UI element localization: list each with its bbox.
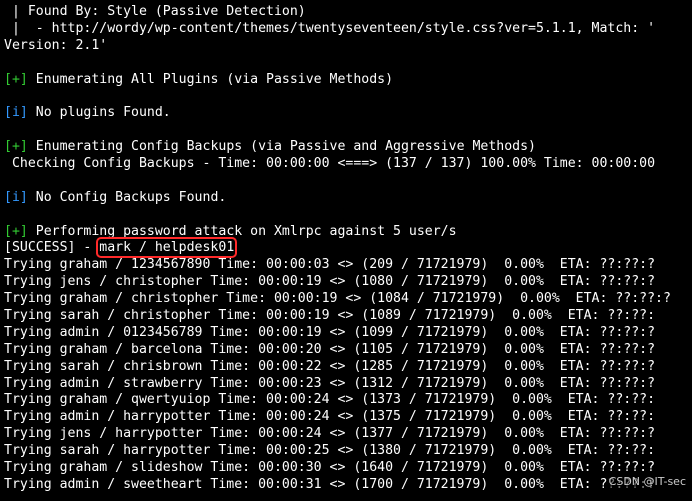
attempt-row: Trying admin / harrypotter Time: 00:00:2… — [4, 409, 656, 425]
attempt-row: Trying admin / 0123456789 Time: 00:00:19… — [4, 324, 656, 340]
info-marker-icon: [i] — [4, 189, 28, 205]
watermark-label: CSDN @IT-sec — [606, 474, 688, 491]
success-marker-icon: [+] — [4, 139, 28, 155]
config-backups-line: [+] Enumerating Config Backups (via Pass… — [4, 139, 692, 156]
info-marker-icon: [i] — [4, 105, 28, 121]
attempt-row: Trying graham / slideshow Time: 00:00:30… — [4, 460, 656, 476]
success-marker-icon: [+] — [4, 71, 28, 87]
plugins-line: [+] Enumerating All Plugins (via Passive… — [4, 72, 692, 89]
found-credentials-highlight: mark / helpdesk01 — [96, 237, 238, 259]
no-plugins-text: No plugins Found. — [27, 105, 171, 121]
terminal-window[interactable]: | Found By: Style (Passive Detection) | … — [0, 0, 692, 501]
success-line: [SUCCESS] - mark / helpdesk01 — [4, 237, 692, 259]
no-config-text: No Config Backups Found. — [27, 189, 227, 205]
success-marker-icon: [+] — [4, 223, 28, 239]
no-plugins-line: [i] No plugins Found. — [4, 105, 692, 122]
no-config-line: [i] No Config Backups Found. — [4, 190, 692, 207]
attempt-row: Trying admin / sweetheart Time: 00:00:31… — [4, 476, 656, 492]
attempt-list: Trying graham / 1234567890 Time: 00:00:0… — [4, 257, 692, 493]
attempt-row: Trying jens / christopher Time: 00:00:19… — [4, 274, 656, 290]
attempt-row: Trying admin / strawberry Time: 00:00:23… — [4, 375, 656, 391]
attempt-row: Trying sarah / harrypotter Time: 00:00:2… — [4, 443, 656, 459]
attempt-row: Trying graham / christopher Time: 00:00:… — [4, 291, 671, 307]
found-by-line: | Found By: Style (Passive Detection) — [4, 4, 306, 19]
password-attack-text: Performing password attack on Xmlrpc aga… — [27, 223, 457, 239]
attempt-row: Trying sarah / chrisbrown Time: 00:00:22… — [4, 358, 656, 374]
style-url-line: | - http://wordy/wp-content/themes/twent… — [4, 20, 656, 36]
success-prefix: [SUCCESS] - — [4, 240, 100, 256]
attempt-row: Trying jens / harrypotter Time: 00:00:24… — [4, 426, 656, 442]
version-line: Version: 2.1' — [4, 37, 108, 53]
config-backups-text: Enumerating Config Backups (via Passive … — [27, 139, 536, 155]
attempt-row: Trying graham / 1234567890 Time: 00:00:0… — [4, 257, 656, 273]
password-attack-line: [+] Performing password attack on Xmlrpc… — [4, 224, 692, 241]
attempt-row: Trying sarah / christopher Time: 00:00:1… — [4, 308, 656, 324]
plugins-text: Enumerating All Plugins (via Passive Met… — [27, 71, 394, 87]
config-progress-line: Checking Config Backups - Time: 00:00:00… — [4, 156, 656, 172]
attempt-row: Trying graham / barcelona Time: 00:00:20… — [4, 341, 656, 357]
attempt-row: Trying graham / qwertyuiop Time: 00:00:2… — [4, 392, 656, 408]
